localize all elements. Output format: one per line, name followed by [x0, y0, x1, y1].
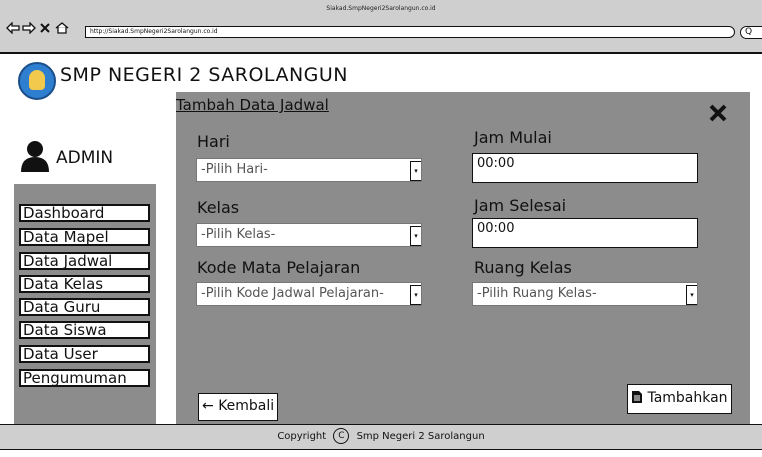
submit-button-label: Tambahkan: [647, 390, 728, 406]
logo-emblem: [29, 70, 45, 90]
sidebar-item-data-user[interactable]: Data User: [19, 345, 150, 363]
form-title: Tambah Data Jadwal: [176, 96, 329, 114]
footer-org: Smp Negeri 2 Sarolangun: [356, 431, 485, 442]
arrow-left-icon: ←: [202, 398, 214, 414]
sidebar-item-pengumuman[interactable]: Pengumuman: [19, 369, 150, 387]
hari-label: Hari: [197, 132, 230, 151]
address-bar[interactable]: http://Siakad.SmpNegeri2Sarolangun.co.id: [85, 26, 735, 38]
forward-arrow-icon[interactable]: [22, 21, 36, 37]
ruang-kelas-label: Ruang Kelas: [474, 258, 572, 277]
sidebar-item-data-kelas[interactable]: Data Kelas: [19, 275, 150, 293]
user-name: ADMIN: [56, 148, 114, 168]
submit-button[interactable]: Tambahkan: [627, 384, 732, 414]
copyright-label: Copyright: [277, 431, 327, 442]
kelas-label: Kelas: [197, 198, 240, 217]
footer: Copyright C Smp Negeri 2 Sarolangun: [0, 424, 762, 450]
hari-placeholder: -Pilih Hari-: [201, 162, 268, 177]
sidebar-item-dashboard[interactable]: Dashboard: [19, 204, 150, 222]
back-button[interactable]: ← Kembali: [198, 393, 279, 421]
school-logo: [18, 62, 56, 100]
browser-search-box[interactable]: Q: [740, 26, 762, 39]
close-icon[interactable]: [709, 102, 727, 126]
document-icon: [631, 390, 647, 406]
kelas-placeholder: -Pilih Kelas-: [201, 227, 276, 242]
jam-selesai-label: Jam Selesai: [474, 196, 567, 215]
sidebar-item-data-guru[interactable]: Data Guru: [19, 298, 150, 316]
chevron-down-icon: ▾: [410, 285, 421, 305]
jam-mulai-input[interactable]: 00:00: [472, 153, 698, 183]
kelas-select[interactable]: -Pilih Kelas- ▾: [196, 223, 422, 247]
chevron-down-icon: ▾: [410, 161, 421, 181]
back-arrow-icon[interactable]: [6, 21, 20, 37]
app-title: SMP NEGERI 2 SAROLANGUN: [60, 64, 349, 86]
search-icon: Q: [745, 27, 753, 37]
stop-icon[interactable]: [40, 22, 50, 37]
ruang-kelas-select[interactable]: -Pilih Ruang Kelas- ▾: [472, 282, 698, 306]
kode-mapel-label: Kode Mata Pelajaran: [197, 258, 361, 277]
sidebar-item-data-siswa[interactable]: Data Siswa: [19, 321, 150, 339]
chevron-down-icon: ▾: [686, 285, 697, 305]
jam-mulai-label: Jam Mulai: [474, 128, 552, 147]
ruang-kelas-placeholder: -Pilih Ruang Kelas-: [477, 286, 597, 301]
copyright-icon: C: [333, 428, 350, 444]
hari-select[interactable]: -Pilih Hari- ▾: [196, 158, 422, 182]
user-icon: [20, 140, 50, 172]
back-button-label: Kembali: [218, 398, 275, 414]
home-icon[interactable]: [55, 22, 69, 37]
sidebar-item-data-jadwal[interactable]: Data Jadwal: [19, 252, 150, 270]
window-title: Siakad.SmpNegeri2Sarolangun.co.id: [326, 5, 436, 12]
jam-selesai-input[interactable]: 00:00: [472, 218, 698, 248]
kode-mapel-select[interactable]: -Pilih Kode Jadwal Pelajaran- ▾: [196, 282, 422, 306]
chevron-down-icon: ▾: [410, 226, 421, 246]
sidebar-item-data-mapel[interactable]: Data Mapel: [19, 228, 150, 246]
kode-mapel-placeholder: -Pilih Kode Jadwal Pelajaran-: [201, 286, 384, 301]
